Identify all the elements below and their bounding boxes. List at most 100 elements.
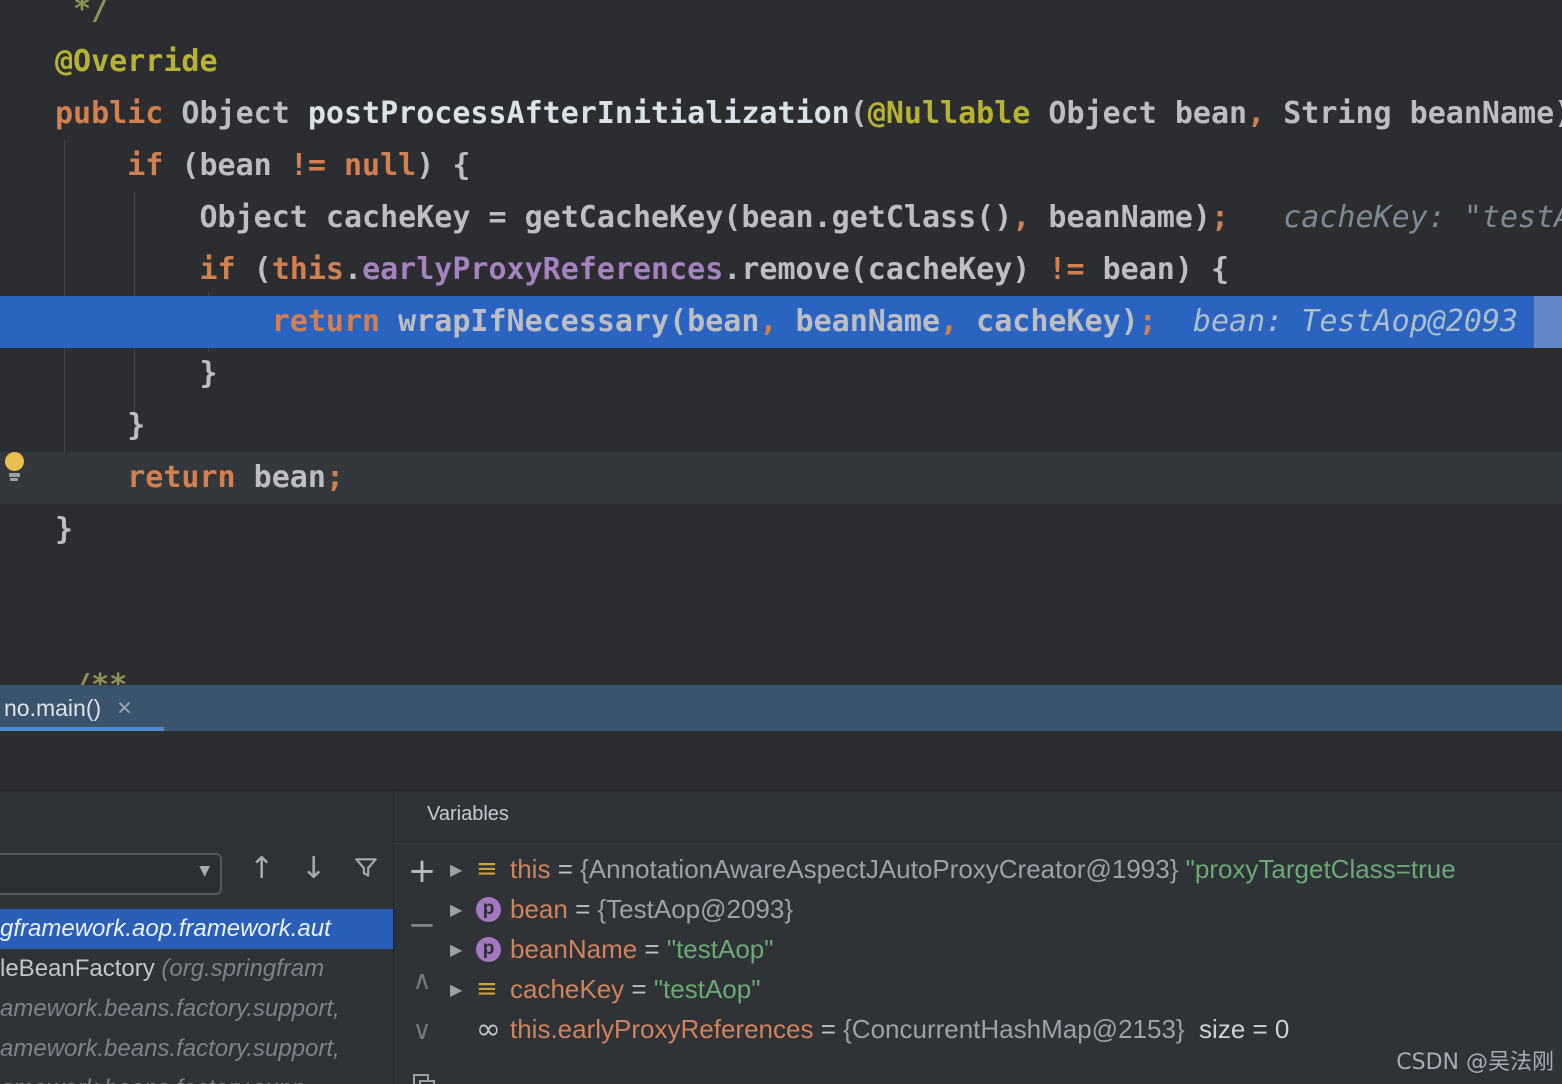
frame-text: (org.springfram — [161, 955, 325, 982]
stack-frame[interactable]: amework.beans.factory.support, — [0, 989, 393, 1029]
toolbar-gap — [0, 731, 1562, 790]
frame-down-icon[interactable]: ↓ — [301, 851, 326, 886]
equals-sign: = — [550, 853, 581, 884]
code-token: wrapIfNecessary(bean — [380, 304, 760, 339]
variable-extra: "proxyTargetClass=true — [1178, 853, 1456, 884]
stack-frame[interactable]: amework.beans.factory.supp — [0, 1069, 393, 1084]
code-token: ( — [235, 252, 272, 287]
variable-name: cacheKey — [510, 973, 625, 1004]
param-icon-glyph: p — [476, 896, 501, 922]
filter-icon[interactable] — [352, 855, 380, 886]
variables-panel-title: Variables — [427, 803, 509, 825]
code-token: Object bean — [1030, 96, 1248, 131]
code-line: public Object postProcessAfterInitializa… — [0, 88, 1562, 140]
code-token: ) { — [416, 148, 471, 183]
header-divider — [394, 841, 1562, 842]
code-token: } — [55, 408, 146, 443]
frame-up-icon[interactable]: ↑ — [249, 851, 274, 886]
add-watch-icon[interactable]: + — [394, 851, 450, 891]
copy-icon[interactable] — [394, 1065, 450, 1084]
code-token: , — [1012, 200, 1031, 235]
variable-row[interactable]: ▶ ≡ cacheKey = "testAop" — [450, 969, 1562, 1009]
equals-sign: = — [813, 1013, 844, 1044]
intention-bulb-icon[interactable] — [3, 452, 25, 481]
code-token: != — [289, 148, 326, 183]
code-line: if (bean != null) { — [0, 140, 1562, 192]
code-token: @Nullable — [867, 96, 1031, 131]
code-token: public — [55, 96, 164, 131]
code-token: , — [759, 304, 778, 339]
expand-all-icon[interactable]: ∧ — [394, 961, 450, 1001]
watermark: CSDN @吴法刚 — [1396, 1050, 1554, 1075]
code-token: } — [55, 356, 218, 391]
variable-row[interactable]: ▶ p bean = {TestAop@2093} — [450, 889, 1562, 929]
stack-frame[interactable]: leBeanFactory (org.springfram — [0, 949, 393, 989]
bulb-head — [4, 452, 24, 471]
code-line: } — [0, 400, 1562, 452]
variable-name: bean — [510, 893, 568, 924]
variable-value: {AnnotationAwareAspectJAutoProxyCreator@… — [580, 853, 1179, 884]
frames-pane: ▼ ↑ ↓ gframework.aop.framework.aut leBean… — [0, 791, 393, 1084]
code-token: postProcessAfterInitialization — [307, 96, 850, 131]
code-token: bean) { — [1084, 252, 1230, 287]
collapse-all-icon[interactable]: ∨ — [394, 1011, 450, 1051]
code-token: if — [127, 148, 164, 183]
object-icon-glyph: ≡ — [476, 854, 498, 884]
variable-row[interactable]: ▶ ≡ this = {AnnotationAwareAspectJAutoProx… — [450, 849, 1562, 889]
object-icon: ≡ — [476, 854, 510, 884]
variables-tree: ▶ ≡ this = {AnnotationAwareAspectJAutoProx… — [450, 849, 1562, 1049]
code-token: ; — [325, 460, 344, 495]
code-token: ; — [1138, 304, 1157, 339]
expand-arrow-icon[interactable]: ▶ — [450, 900, 476, 919]
variables-toolbar: + − ∧ ∨ — [394, 843, 450, 1084]
tab-main[interactable]: no.main() × — [0, 685, 136, 731]
frame-text: amework.beans.factory.support, — [0, 1035, 340, 1062]
code-token: . — [344, 252, 363, 287]
code-token: this — [271, 252, 344, 287]
bulb-base — [8, 473, 20, 477]
expand-arrow-icon[interactable]: ▶ — [450, 860, 476, 879]
expand-arrow-icon[interactable]: ▶ — [450, 980, 476, 999]
frame-text: amework.beans.factory.supp — [0, 1075, 305, 1084]
param-icon-glyph: p — [476, 936, 501, 962]
code-lines: */ @Override public Object postProcessAfte… — [0, 0, 1562, 686]
variable-row[interactable]: ▶ p beanName = "testAop" — [450, 929, 1562, 969]
tab-label: no.main() — [4, 694, 102, 721]
stack-frame[interactable]: amework.beans.factory.support, — [0, 1029, 393, 1069]
code-token: */ — [55, 0, 110, 27]
code-line: } — [0, 504, 1562, 556]
variable-row[interactable]: ∞ this.earlyProxyReferences = {Concurrent… — [450, 1009, 1562, 1049]
object-icon: ≡ — [476, 974, 510, 1004]
remove-watch-icon[interactable]: − — [394, 905, 450, 945]
code-token: bean — [235, 460, 326, 495]
variable-extra: size = 0 — [1184, 1013, 1290, 1044]
code-token: earlyProxyReferences — [362, 252, 724, 287]
param-icon: p — [476, 936, 510, 962]
code-line: */ — [0, 0, 1562, 36]
close-icon[interactable]: × — [117, 694, 132, 723]
code-editor[interactable]: */ @Override public Object postProcessAfte… — [0, 0, 1562, 686]
code-token: beanName) — [1030, 200, 1211, 235]
variable-name: this — [510, 853, 551, 884]
inline-hint-overflow — [1534, 296, 1562, 348]
frame-text: gframework.aop.framework.aut — [0, 915, 331, 942]
equals-sign: = — [637, 933, 667, 964]
expand-arrow-icon[interactable]: ▶ — [450, 940, 476, 959]
code-line: return bean; — [0, 452, 1562, 504]
ide-window: */ @Override public Object postProcessAfte… — [0, 0, 1562, 1084]
code-token: beanName — [777, 304, 941, 339]
watch-icon: ∞ — [476, 1014, 510, 1044]
stack-frame[interactable]: gframework.aop.framework.aut — [0, 909, 393, 949]
code-token: return — [127, 460, 236, 495]
object-icon-glyph: ≡ — [476, 974, 498, 1004]
thread-selector[interactable]: ▼ — [0, 853, 222, 895]
code-token: ; — [1210, 200, 1230, 235]
code-token: cacheKey) — [958, 304, 1139, 339]
code-token: String beanName) — [1265, 96, 1562, 131]
